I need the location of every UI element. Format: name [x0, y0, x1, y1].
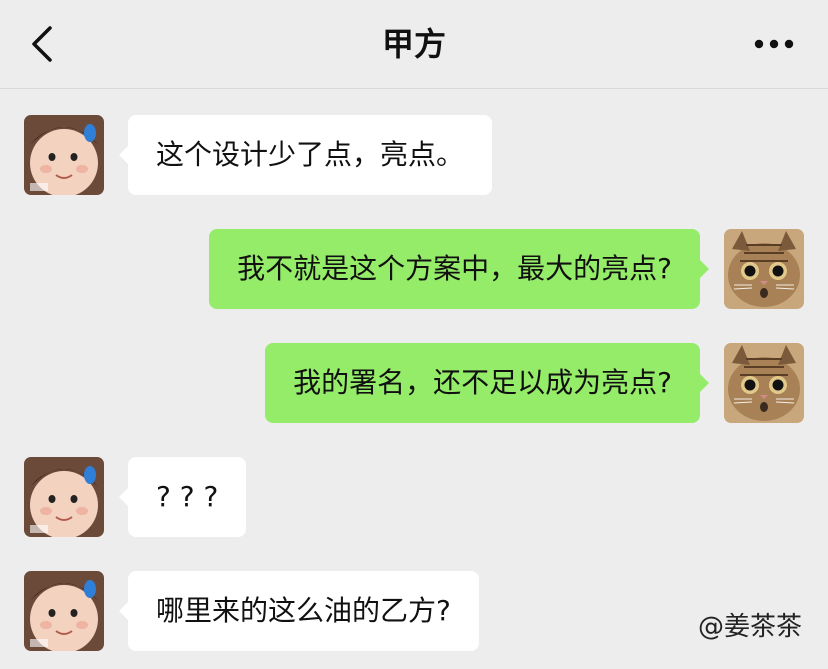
sender-avatar-baby[interactable]	[24, 571, 104, 651]
cat-avatar-icon	[724, 229, 804, 309]
sender-avatar-baby[interactable]	[24, 115, 104, 195]
baby-avatar-icon	[24, 457, 104, 537]
chevron-left-icon	[32, 26, 52, 62]
message-list[interactable]: 这个设计少了点，亮点。 我不就是这个方案中，最大的亮点? 我的署名，还不足以成为…	[0, 89, 828, 669]
message-bubble[interactable]: 我的署名，还不足以成为亮点?	[265, 343, 709, 423]
self-avatar-cat[interactable]	[724, 229, 804, 309]
back-button[interactable]	[22, 20, 66, 68]
self-avatar-cat[interactable]	[724, 343, 804, 423]
message-bubble[interactable]: 哪里来的这么油的乙方?	[119, 571, 479, 651]
chat-title: 甲方	[381, 25, 446, 63]
baby-avatar-icon	[24, 115, 104, 195]
message-bubble[interactable]: 这个设计少了点，亮点。	[118, 115, 493, 195]
baby-avatar-icon	[24, 571, 104, 651]
sender-avatar-baby[interactable]	[24, 457, 104, 537]
cat-avatar-icon	[724, 343, 804, 423]
more-dots-icon	[754, 39, 794, 49]
more-options-button[interactable]	[750, 28, 798, 60]
message-bubble[interactable]: 我不就是这个方案中，最大的亮点?	[209, 229, 709, 309]
message-bubble[interactable]: ? ? ?	[118, 457, 247, 537]
watermark-text: @姜茶茶	[697, 612, 802, 642]
chat-header: 甲方	[0, 0, 828, 89]
